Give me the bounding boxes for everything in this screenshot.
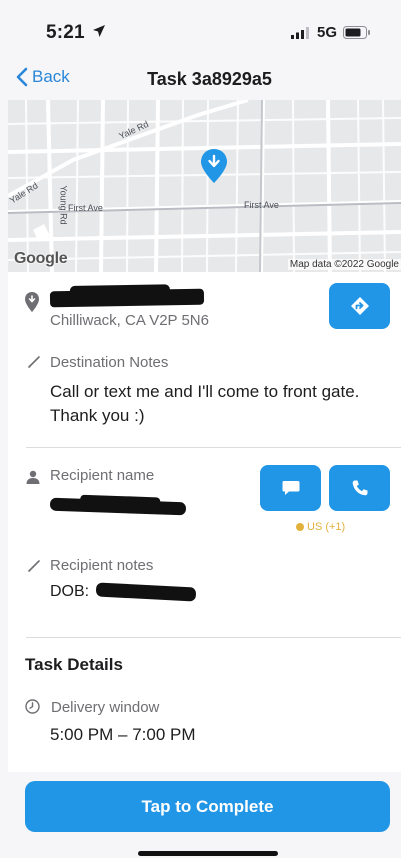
directions-icon: [350, 297, 369, 315]
battery-icon: [343, 26, 370, 39]
globe-icon: [296, 523, 304, 531]
divider: [26, 637, 401, 638]
divider: [26, 447, 401, 448]
message-button[interactable]: [260, 465, 321, 511]
page-title: Task 3a8929a5: [147, 69, 272, 89]
address-line: Chilliwack, CA V2P 5N6: [50, 312, 209, 329]
recipient-notes-dob: DOB:: [50, 583, 90, 600]
status-indicators: 5G: [290, 24, 371, 41]
recipient-name-label: Recipient name: [50, 467, 155, 484]
destination-notes-label: Destination Notes: [50, 354, 169, 371]
nav-bar: Back Task 3a8929a5: [0, 62, 401, 100]
directions-button[interactable]: [329, 283, 390, 329]
call-button[interactable]: [329, 465, 390, 511]
pencil-icon: [28, 356, 40, 368]
map-pin-icon[interactable]: [200, 148, 228, 184]
home-indicator[interactable]: [138, 851, 278, 856]
recipient-notes-label: Recipient notes: [50, 557, 154, 574]
delivery-window-value: 5:00 PM – 7:00 PM: [50, 725, 196, 744]
status-time: 5:21: [46, 22, 85, 43]
country-code-label: US (+1): [307, 521, 346, 533]
network-label: 5G: [316, 24, 337, 41]
country-code-badge[interactable]: US (+1): [296, 521, 345, 533]
street-label: First Ave: [244, 200, 279, 210]
location-pin-icon: [25, 292, 39, 312]
destination-notes: Call or text me and I'll come to front g…: [50, 382, 360, 425]
status-bar: 5:21 5G: [0, 0, 401, 62]
address-redacted: [49, 288, 205, 308]
chat-icon: [282, 481, 299, 495]
delivery-window-label: Delivery window: [51, 699, 160, 716]
street-label: First Ave: [68, 203, 103, 213]
clock-icon: [25, 699, 40, 714]
phone-icon: [352, 480, 367, 496]
google-logo: Google: [14, 250, 68, 267]
map-view[interactable]: Yale Rd Yale Rd Young Rd First Ave First…: [8, 100, 401, 272]
signal-icon: [290, 26, 309, 39]
map-attribution[interactable]: Map data ©2022 Google: [287, 259, 401, 270]
location-arrow-icon: [93, 25, 105, 37]
person-icon: [26, 470, 40, 484]
complete-button[interactable]: Tap to Complete: [25, 781, 390, 832]
task-details-heading: Task Details: [25, 655, 123, 674]
pencil-icon: [28, 560, 40, 572]
